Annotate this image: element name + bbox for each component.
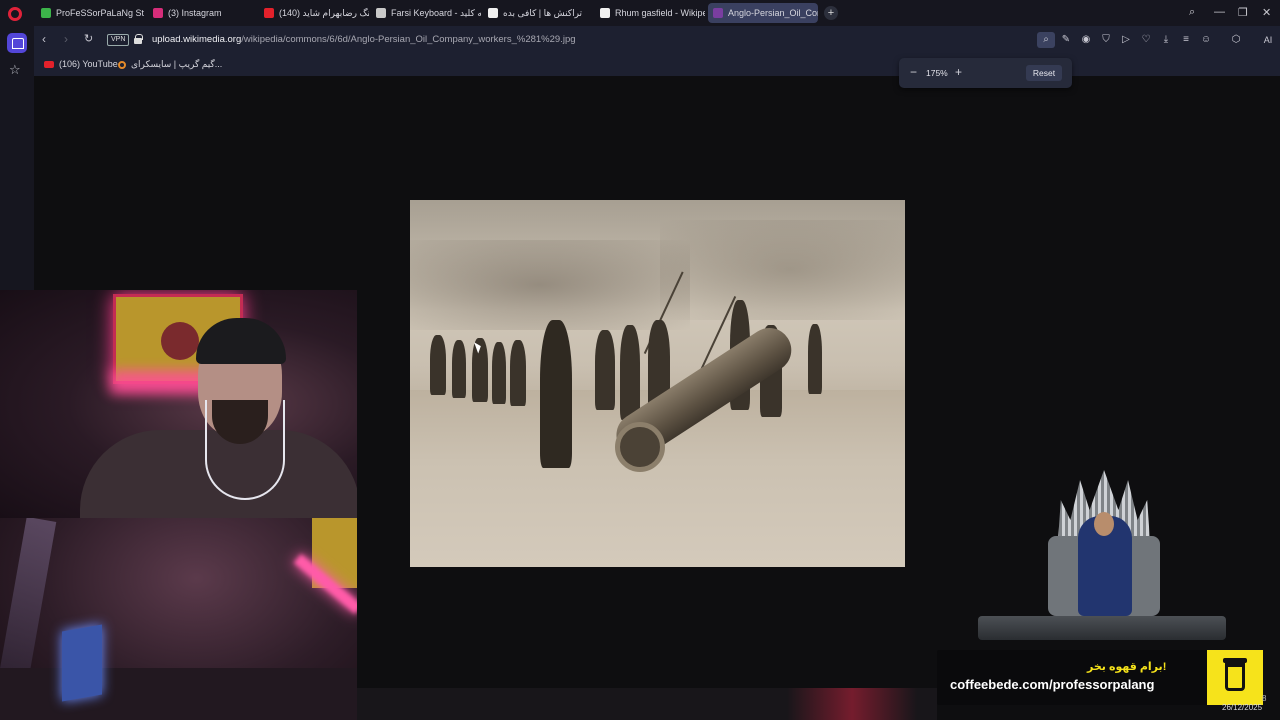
photo-worker	[492, 342, 506, 404]
sidebar: ☆	[0, 26, 34, 290]
camera-icon[interactable]: ◉	[1080, 34, 1092, 46]
address-bar: ‹ › ↻ VPN upload.wikimedia.org/wikipedia…	[34, 26, 1280, 54]
coffee-cup-badge	[1207, 650, 1263, 705]
opera-logo-icon[interactable]	[8, 7, 22, 21]
tab-label: Anglo-Persian_Oil_Compa	[728, 8, 818, 18]
throne-figure-face	[1094, 512, 1114, 536]
tab-instagram[interactable]: (3) Instagram	[148, 3, 256, 23]
taskbar-highlight	[787, 688, 917, 720]
tab-label: تراکنش ها | کافی بده	[503, 7, 583, 18]
tab-farsi-keyboard[interactable]: Farsi Keyboard - صفحه کلید	[371, 3, 481, 23]
taskbar	[357, 688, 937, 720]
wikimedia-icon	[713, 8, 723, 18]
photo-foreman	[540, 320, 572, 468]
webcam-earphone-wire	[205, 400, 285, 500]
keyboard-icon	[376, 8, 386, 18]
photo-worker	[595, 330, 615, 410]
home-icon[interactable]	[7, 33, 27, 53]
tab-anglo-persian[interactable]: Anglo-Persian_Oil_Compa	[708, 3, 818, 23]
bookmark-label: گیم گریپ | سایسکرای...	[131, 59, 223, 69]
instagram-icon	[153, 8, 163, 18]
coffee-banner-url: coffeebede.com/professorpalang	[950, 677, 1155, 692]
shield-icon[interactable]: ⛉	[1100, 34, 1112, 46]
photo-pipe-mouth	[615, 422, 665, 472]
document-icon	[488, 8, 498, 18]
tab-label: ProFeSSorPaLaNg Stream	[56, 8, 144, 18]
lock-icon[interactable]	[134, 34, 143, 44]
play-icon[interactable]: ▷	[1120, 34, 1132, 46]
profile-icon[interactable]: ☺	[1200, 34, 1212, 46]
tab-wikipedia[interactable]: Rhum gasfield - Wikipedia	[595, 3, 705, 23]
bookmarks-bar: (106) YouTube گیم گریپ | سایسکرای...	[34, 54, 1280, 76]
webcam-face	[0, 290, 357, 518]
taskbar-date: 26/12/2025	[1222, 703, 1263, 712]
webcam-room-monitor	[62, 624, 102, 702]
zoom-icon[interactable]: ⌕	[1037, 32, 1055, 48]
coffee-cup-icon	[1223, 658, 1247, 691]
throne-base	[978, 616, 1226, 640]
photo-worker	[620, 325, 640, 420]
bookmark-gamegrip[interactable]: گیم گریپ | سایسکرای...	[118, 59, 222, 70]
photo-worker	[808, 324, 822, 394]
webcam-room-desk	[0, 668, 357, 720]
photo-worker	[510, 340, 526, 406]
bookmark-youtube[interactable]: (106) YouTube	[44, 59, 118, 69]
coffee-banner: برام قهوه بخر! coffeebede.com/professorp…	[937, 650, 1263, 705]
url-path: /wikipedia/commons/6/6d/Anglo-Persian_Oi…	[241, 34, 576, 45]
webcam-room	[0, 518, 357, 720]
cube-icon[interactable]: ⬡	[1230, 34, 1242, 46]
iron-throne-overlay	[978, 466, 1226, 642]
tab-coffeebede[interactable]: تراکنش ها | کافی بده	[483, 3, 591, 23]
url-field[interactable]: upload.wikimedia.org/wikipedia/commons/6…	[152, 34, 576, 45]
search-tabs-icon[interactable]: ⌕	[1189, 6, 1195, 19]
new-tab-button[interactable]: +	[824, 6, 838, 20]
back-icon[interactable]: ‹	[42, 32, 46, 46]
aria-ai-button[interactable]: AI	[1256, 34, 1280, 46]
tab-label: (3) Instagram	[168, 8, 222, 18]
wikipedia-icon	[600, 8, 610, 18]
reload-icon[interactable]: ↻	[84, 32, 93, 45]
photo-worker	[430, 335, 446, 395]
tray-text: 8	[1262, 694, 1267, 703]
close-icon[interactable]: ✕	[1262, 6, 1271, 19]
zoom-out-button[interactable]: −	[910, 65, 917, 79]
zoom-level: 175%	[926, 68, 948, 78]
tab-label: (140) آهنگ رضابهرام شاید	[279, 7, 369, 18]
kick-icon	[41, 8, 51, 18]
restore-icon[interactable]: ❐	[1238, 6, 1248, 19]
vpn-badge[interactable]: VPN	[107, 34, 130, 46]
bookmark-label: (106) YouTube	[59, 59, 118, 69]
tab-bar: ProFeSSorPaLaNg Stream (3) Instagram (14…	[0, 0, 1280, 26]
download-icon[interactable]: ⤓	[1160, 34, 1172, 46]
tab-stream[interactable]: ProFeSSorPaLaNg Stream	[36, 3, 144, 23]
forward-icon[interactable]: ›	[64, 32, 68, 46]
photo-worker	[452, 340, 466, 398]
url-host: upload.wikimedia.org	[152, 34, 242, 45]
menu-icon[interactable]: ≡	[1180, 34, 1192, 46]
youtube-icon	[44, 60, 54, 68]
zoom-in-button[interactable]: +	[955, 65, 962, 79]
anglo-persian-oil-workers-photo[interactable]	[410, 200, 905, 567]
youtube-icon	[264, 8, 274, 18]
zoom-popup: − 175% + Reset	[899, 58, 1072, 88]
bookmark-star-icon[interactable]: ☆	[9, 62, 21, 78]
edit-icon[interactable]: ✎	[1060, 34, 1072, 46]
zoom-reset-button[interactable]: Reset	[1026, 65, 1062, 81]
gamegrip-icon	[118, 60, 126, 69]
heart-icon[interactable]: ♡	[1140, 34, 1152, 46]
coffee-banner-heading: برام قهوه بخر!	[1087, 661, 1167, 673]
tab-youtube-song[interactable]: (140) آهنگ رضابهرام شاید	[259, 3, 369, 23]
photo-haze	[410, 240, 690, 330]
minimize-icon[interactable]: —	[1214, 6, 1225, 18]
tab-label: Farsi Keyboard - صفحه کلید	[391, 7, 481, 18]
tab-label: Rhum gasfield - Wikipedia	[615, 8, 705, 18]
